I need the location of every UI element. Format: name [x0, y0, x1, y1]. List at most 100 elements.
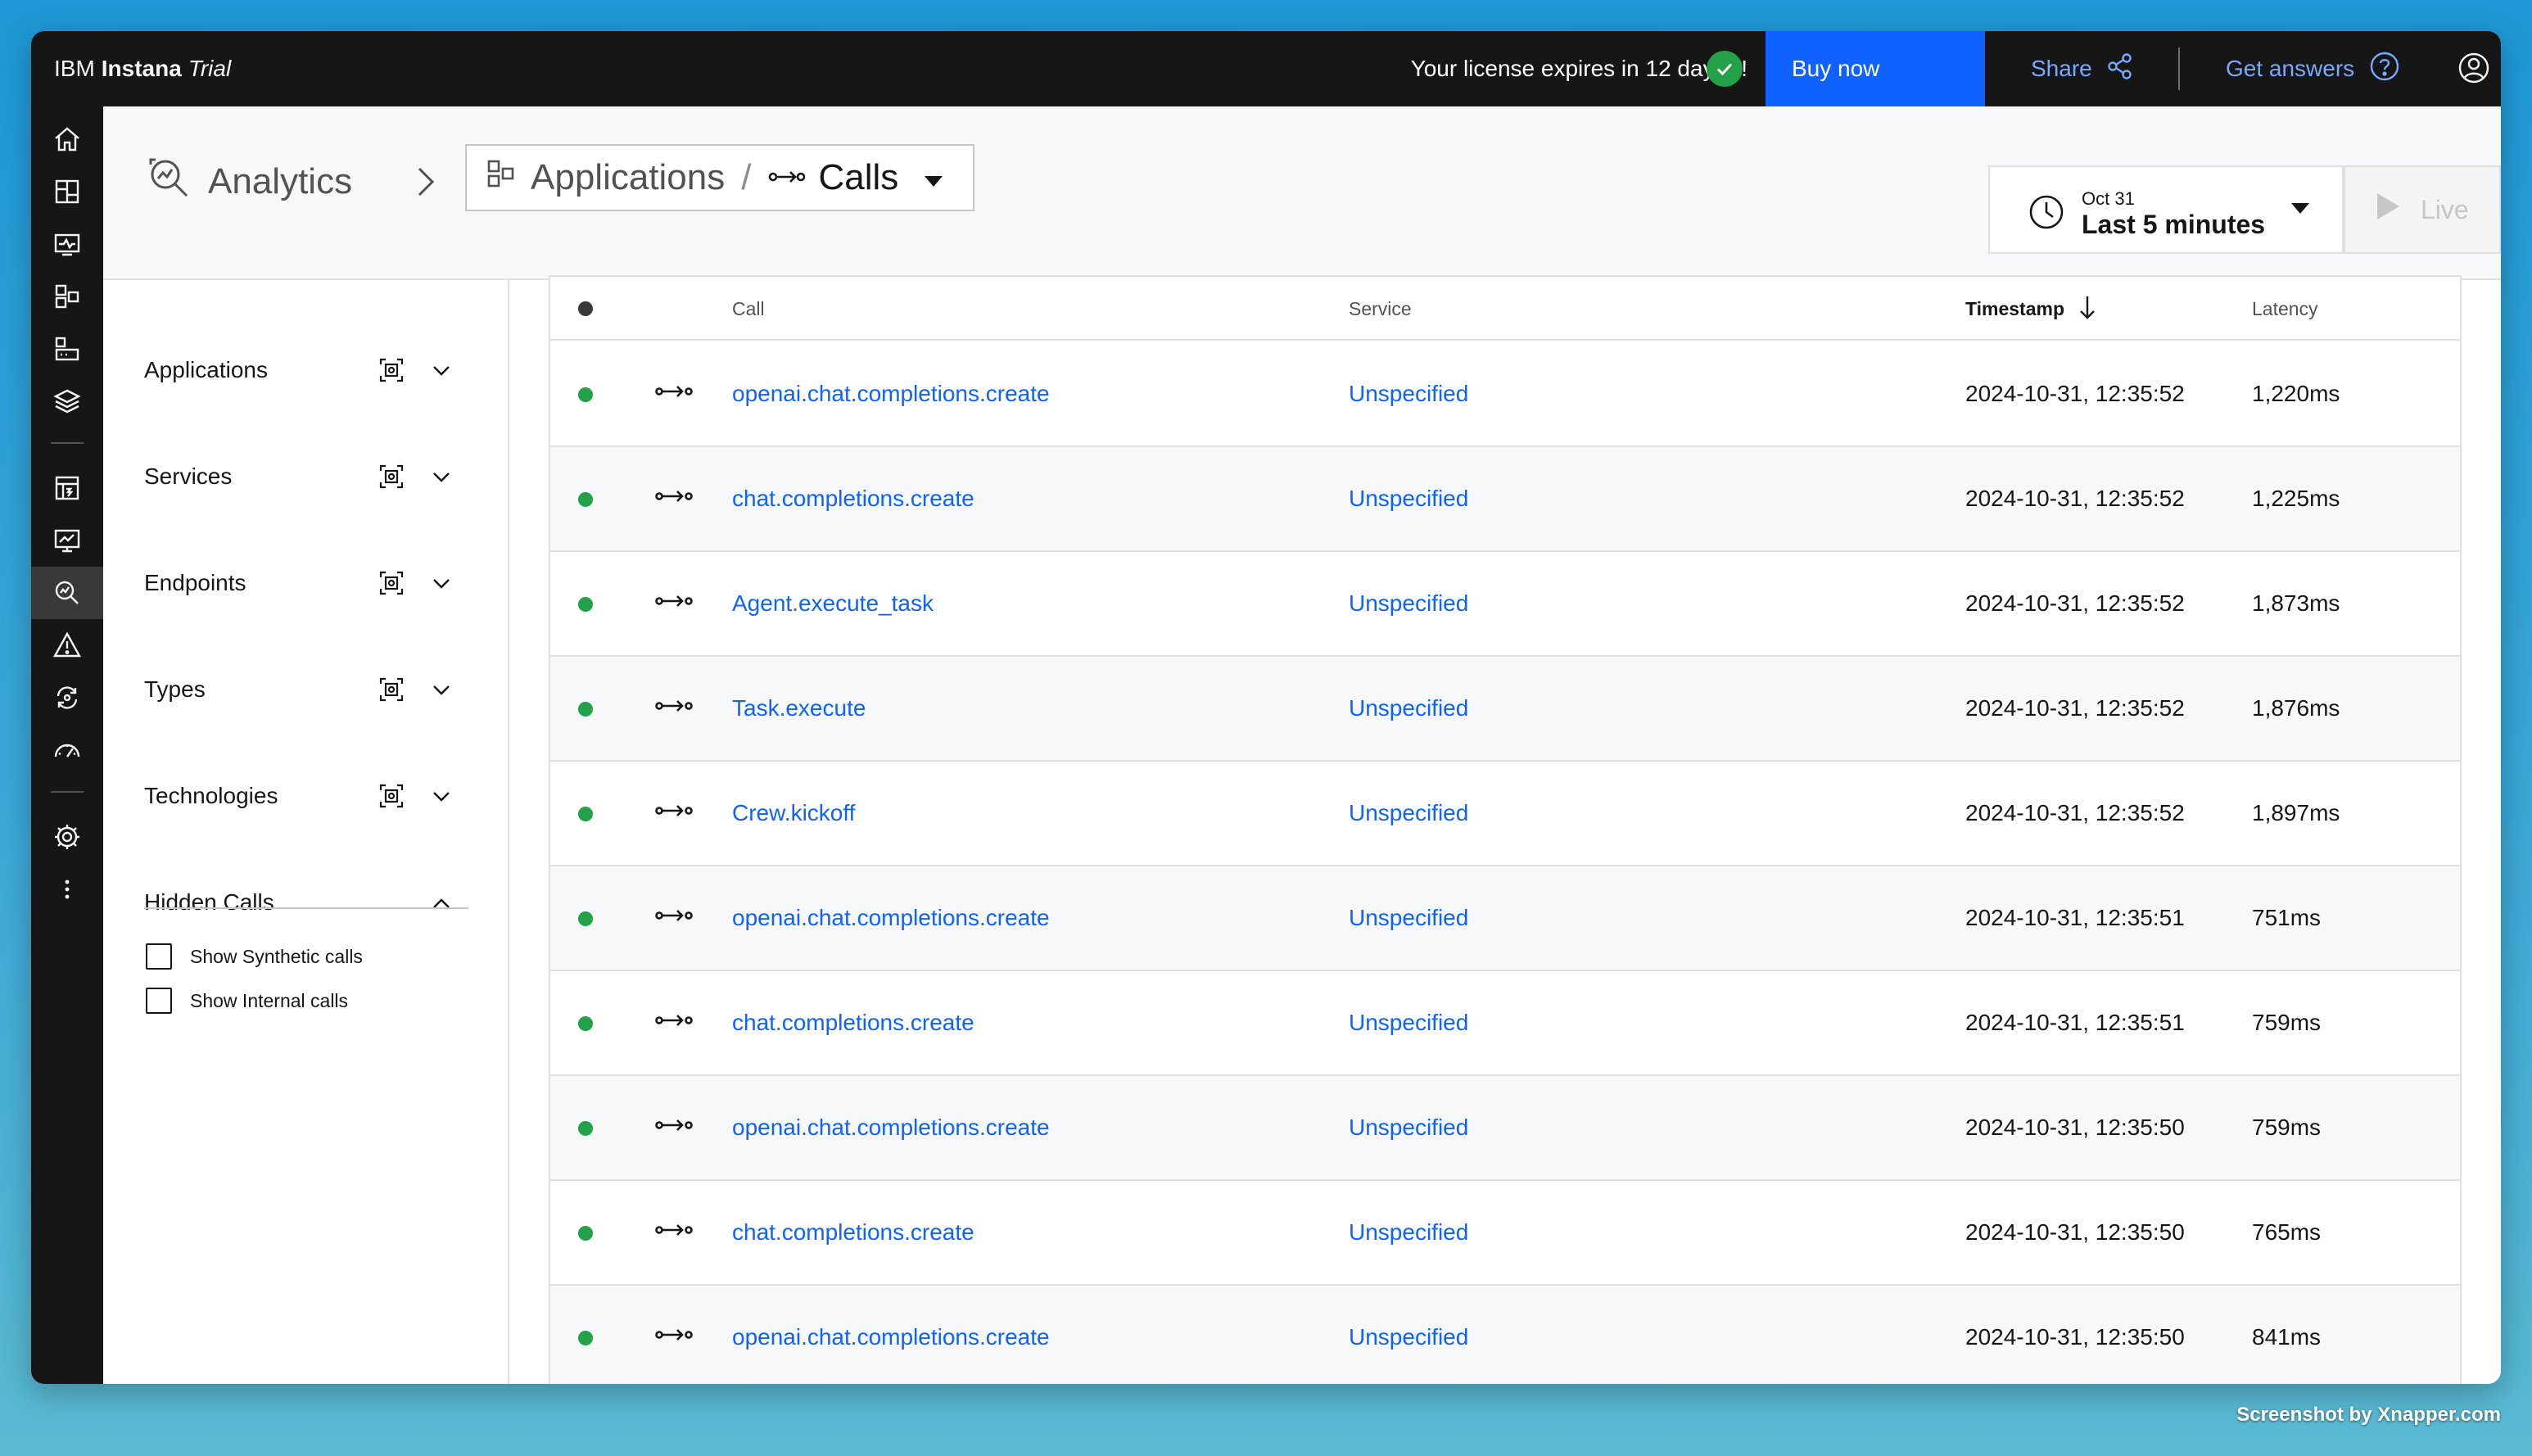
show-synthetic-calls-checkbox[interactable] [146, 943, 172, 970]
watermark-text: Screenshot by Xnapper.com [2236, 1404, 2501, 1426]
get-answers-button[interactable]: Get answers [2226, 31, 2400, 106]
user-profile-icon[interactable] [2457, 51, 2491, 89]
show-synthetic-calls-option[interactable]: Show Synthetic calls [146, 940, 363, 973]
table-row[interactable]: openai.chat.completions.create Unspecifie… [550, 342, 2460, 447]
call-name-link[interactable]: Task.execute [732, 695, 866, 721]
call-timestamp: 2024-10-31, 12:35:51 [1965, 1010, 2185, 1035]
caret-down-icon [923, 157, 944, 198]
table-row[interactable]: chat.completions.create Unspecified 2024-1… [550, 447, 2460, 552]
section-divider [144, 907, 468, 909]
stack-icon[interactable] [31, 375, 103, 427]
reports-icon[interactable] [31, 462, 103, 514]
filter-group-hidden-calls[interactable]: Hidden Calls [144, 878, 472, 927]
call-latency: 1,873ms [2252, 590, 2340, 616]
call-name-link[interactable]: chat.completions.create [732, 1010, 974, 1036]
filter-group-types[interactable]: Types [144, 665, 472, 714]
rail-divider [51, 442, 84, 444]
focus-icon[interactable] [378, 783, 405, 815]
show-internal-calls-checkbox[interactable] [146, 988, 172, 1014]
service-name-link[interactable]: Unspecified [1349, 800, 1468, 826]
status-success-indicator [578, 1331, 593, 1345]
table-row[interactable]: chat.completions.create Unspecified 2024-1… [550, 1181, 2460, 1286]
applications-icon[interactable] [31, 270, 103, 323]
column-header-timestamp[interactable]: Timestamp [1965, 298, 2064, 320]
live-toggle-button[interactable]: Live [2344, 165, 2501, 254]
time-range-picker[interactable]: Oct 31 Last 5 minutes [1988, 165, 2344, 254]
filter-group-technologies[interactable]: Technologies [144, 771, 472, 821]
call-latency: 1,876ms [2252, 695, 2340, 721]
filter-group-services[interactable]: Services [144, 452, 472, 501]
sort-descending-icon[interactable] [2077, 293, 2098, 325]
table-row[interactable]: Crew.kickoff Unspecified 2024-10-31, 12:35… [550, 762, 2460, 866]
service-name-link[interactable]: Unspecified [1349, 695, 1468, 721]
focus-icon[interactable] [378, 357, 405, 389]
focus-icon[interactable] [378, 570, 405, 602]
calls-table: Call Service Timestamp Latency openai.ch… [549, 275, 2462, 1384]
share-label: Share [2031, 56, 2092, 81]
share-button[interactable]: Share [2031, 31, 2135, 106]
column-header-call[interactable]: Call [732, 298, 765, 320]
chevron-down-icon[interactable] [431, 573, 452, 600]
alerts-icon[interactable] [31, 619, 103, 671]
call-name-link[interactable]: chat.completions.create [732, 486, 974, 512]
filter-group-applications[interactable]: Applications [144, 346, 472, 395]
call-name-link[interactable]: openai.chat.completions.create [732, 381, 1050, 407]
call-name-link[interactable]: Agent.execute_task [732, 590, 934, 617]
service-name-link[interactable]: Unspecified [1349, 905, 1468, 931]
call-name-link[interactable]: openai.chat.completions.create [732, 1324, 1050, 1350]
status-success-indicator [578, 702, 593, 717]
table-row[interactable]: chat.completions.create Unspecified 2024-1… [550, 971, 2460, 1076]
service-name-link[interactable]: Unspecified [1349, 590, 1468, 617]
chevron-up-icon[interactable] [431, 893, 452, 920]
infrastructure-icon[interactable] [31, 323, 103, 375]
left-nav-rail [31, 106, 103, 1384]
breadcrumb-analytics[interactable]: Analytics [144, 152, 352, 211]
home-icon[interactable] [31, 113, 103, 165]
table-row[interactable]: openai.chat.completions.create Unspecifie… [550, 1076, 2460, 1181]
table-row[interactable]: Task.execute Unspecified 2024-10-31, 12:35… [550, 657, 2460, 762]
column-header-latency[interactable]: Latency [2252, 298, 2318, 320]
websites-icon[interactable] [31, 218, 103, 270]
service-name-link[interactable]: Unspecified [1349, 1115, 1468, 1141]
chevron-down-icon[interactable] [431, 680, 452, 707]
caret-down-icon [2290, 200, 2311, 220]
settings-icon[interactable] [31, 811, 103, 863]
chevron-down-icon[interactable] [431, 360, 452, 387]
dashboards-icon[interactable] [31, 165, 103, 218]
brand-logo[interactable]: IBM Instana Trial [54, 31, 231, 106]
table-row[interactable]: openai.chat.completions.create Unspecifie… [550, 866, 2460, 971]
automation-icon[interactable] [31, 671, 103, 724]
table-row[interactable]: Agent.execute_task Unspecified 2024-10-31,… [550, 552, 2460, 657]
call-name-link[interactable]: chat.completions.create [732, 1219, 974, 1246]
service-name-link[interactable]: Unspecified [1349, 1219, 1468, 1246]
buy-now-button[interactable]: Buy now [1766, 31, 1985, 106]
more-icon[interactable] [31, 863, 103, 916]
call-name-link[interactable]: openai.chat.completions.create [732, 905, 1050, 931]
focus-icon[interactable] [378, 676, 405, 708]
license-notice: Your license expires in 12 day(s)! [1410, 56, 1748, 81]
service-name-link[interactable]: Unspecified [1349, 1324, 1468, 1350]
column-header-service[interactable]: Service [1349, 298, 1412, 320]
service-name-link[interactable]: Unspecified [1349, 381, 1468, 407]
call-name-link[interactable]: openai.chat.completions.create [732, 1115, 1050, 1141]
call-type-icon [655, 698, 693, 718]
time-range-label: Last 5 minutes [2082, 210, 2266, 239]
performance-icon[interactable] [31, 724, 103, 776]
table-row[interactable]: openai.chat.completions.create Unspecifie… [550, 1286, 2460, 1384]
service-name-link[interactable]: Unspecified [1349, 1010, 1468, 1036]
filter-group-endpoints[interactable]: Endpoints [144, 558, 472, 608]
show-internal-calls-option[interactable]: Show Internal calls [146, 984, 348, 1017]
analytics-icon[interactable] [31, 567, 103, 619]
chevron-down-icon[interactable] [431, 786, 452, 813]
rail-divider [51, 791, 84, 793]
call-name-link[interactable]: Crew.kickoff [732, 800, 855, 826]
focus-icon[interactable] [378, 463, 405, 495]
service-name-link[interactable]: Unspecified [1349, 486, 1468, 512]
analytics-label: Analytics [208, 161, 353, 201]
brand-product: Instana [101, 56, 182, 81]
call-type-icon [655, 383, 693, 404]
chevron-down-icon[interactable] [431, 467, 452, 494]
live-label: Live [2421, 194, 2469, 224]
scope-selector[interactable]: Applications / Calls [465, 144, 974, 211]
synthetics-icon[interactable] [31, 514, 103, 567]
